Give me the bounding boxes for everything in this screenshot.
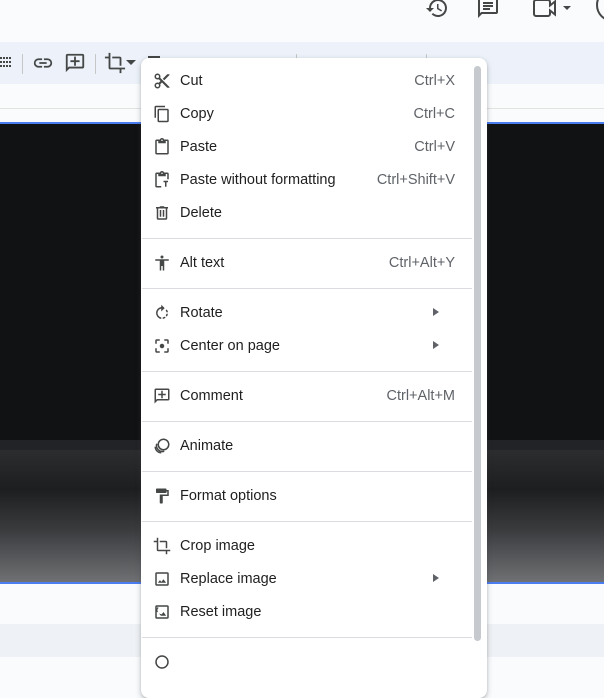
menu-item-label: Replace image (180, 571, 277, 587)
menu-divider (142, 637, 472, 638)
accessibility-icon (153, 254, 171, 272)
chevron-down-icon[interactable] (124, 51, 138, 75)
menu-divider (142, 471, 472, 472)
menu-item-format-options[interactable]: Format options (141, 480, 471, 513)
replace-image-icon (153, 570, 171, 588)
menu-item-shortcut: Ctrl+C (413, 106, 456, 122)
submenu-arrow-icon (433, 308, 439, 316)
menu-item-paste-without-formatting[interactable]: Paste without formatting Ctrl+Shift+V (141, 164, 471, 197)
menu-item-rotate[interactable]: Rotate (141, 297, 471, 330)
menu-item-label: Delete (180, 205, 222, 221)
menu-item-shortcut: Ctrl+X (414, 73, 455, 89)
submenu-arrow-icon (433, 341, 439, 349)
rotate-icon (153, 304, 171, 322)
animate-icon (153, 437, 171, 455)
center-focus-icon (153, 337, 171, 355)
menu-item-comment[interactable]: Comment Ctrl+Alt+M (141, 380, 471, 413)
format-paint-icon (153, 487, 171, 505)
share-button[interactable] (596, 0, 604, 22)
menu-item-label: Crop image (180, 538, 255, 554)
add-comment-icon[interactable] (63, 51, 87, 75)
toolbar-divider (95, 54, 96, 74)
menu-item-reset-image[interactable]: Reset image (141, 596, 471, 629)
menu-item-crop-image[interactable]: Crop image (141, 530, 471, 563)
menu-item-cut[interactable]: Cut Ctrl+X (141, 65, 471, 98)
menu-item-copy[interactable]: Copy Ctrl+C (141, 98, 471, 131)
menu-item-replace-image[interactable]: Replace image (141, 563, 471, 596)
reset-image-icon (153, 603, 171, 621)
menu-scrollbar[interactable] (474, 66, 481, 641)
menu-item-label: Center on page (180, 338, 280, 354)
more-icon (153, 653, 171, 671)
add-comment-icon (153, 387, 171, 405)
menu-item-shortcut: Ctrl+Alt+M (386, 388, 456, 404)
context-menu: Cut Ctrl+X Copy Ctrl+C Paste Ctrl+V Past… (141, 58, 487, 698)
paste-plain-icon (153, 171, 171, 189)
menu-item-label: Format options (180, 488, 277, 504)
cut-icon (153, 72, 171, 90)
submenu-arrow-icon (433, 574, 439, 582)
menu-item-label: Cut (180, 73, 203, 89)
menu-divider (142, 238, 472, 239)
menu-item-partial[interactable] (141, 646, 471, 679)
trash-icon (153, 204, 171, 222)
meet-icon[interactable] (530, 0, 574, 22)
crop-icon (153, 537, 171, 555)
menu-item-animate[interactable]: Animate (141, 430, 471, 463)
menu-divider (142, 288, 472, 289)
history-icon[interactable] (423, 0, 451, 22)
menu-item-label: Alt text (180, 255, 225, 271)
top-bar (0, 0, 604, 42)
link-icon[interactable] (31, 51, 55, 75)
copy-icon (153, 105, 171, 123)
menu-divider (142, 421, 472, 422)
menu-item-shortcut: Ctrl+Alt+Y (388, 255, 455, 271)
paste-icon (153, 138, 171, 156)
menu-item-label: Comment (180, 388, 243, 404)
menu-item-label: Copy (180, 106, 214, 122)
menu-item-label: Animate (180, 438, 234, 454)
menu-item-alt-text[interactable]: Alt text Ctrl+Alt+Y (141, 247, 471, 280)
menu-item-label: Paste without formatting (180, 172, 336, 188)
menu-item-label: Rotate (180, 305, 223, 321)
menu-item-label: Paste (180, 139, 218, 155)
menu-item-shortcut: Ctrl+V (414, 139, 455, 155)
align-icon[interactable] (0, 51, 16, 75)
menu-item-shortcut: Ctrl+Shift+V (376, 172, 455, 188)
menu-divider (142, 371, 472, 372)
menu-item-center-on-page[interactable]: Center on page (141, 330, 471, 363)
menu-item-delete[interactable]: Delete (141, 197, 471, 230)
menu-item-paste[interactable]: Paste Ctrl+V (141, 131, 471, 164)
toolbar-divider (22, 54, 23, 74)
comment-history-icon[interactable] (474, 0, 502, 22)
menu-divider (142, 521, 472, 522)
menu-item-label: Reset image (180, 604, 262, 620)
